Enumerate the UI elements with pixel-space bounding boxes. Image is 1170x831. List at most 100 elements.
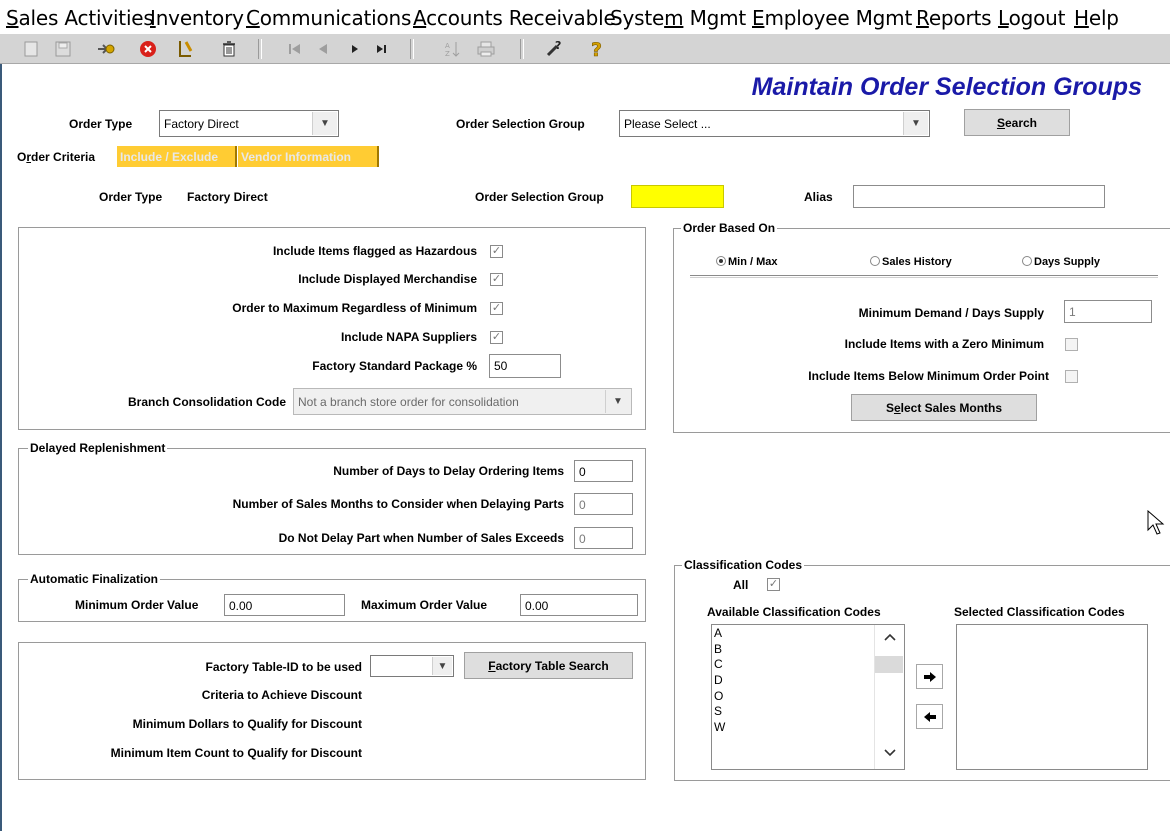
displayed-merchandise-label: Include Displayed Merchandise	[298, 272, 477, 286]
move-left-button[interactable]	[916, 704, 943, 729]
min-dollars-label: Minimum Dollars to Qualify for Discount	[132, 717, 362, 731]
summary-osg-field	[631, 185, 724, 208]
factory-table-label: Factory Table-ID to be used	[205, 660, 362, 674]
print-icon[interactable]	[476, 39, 496, 59]
order-selection-group-label: Order Selection Group	[456, 117, 585, 131]
delay-exceeds-input[interactable]: 0	[574, 527, 633, 549]
radio-sales-history[interactable]: Sales History	[870, 256, 952, 268]
factory-package-input[interactable]: 50	[489, 354, 561, 378]
delay-days-input[interactable]: 0	[574, 460, 633, 482]
summary-order-type-value: Factory Direct	[187, 190, 268, 204]
toolbar: AZ ? ?	[0, 34, 1170, 64]
save-icon[interactable]	[53, 39, 73, 59]
hazardous-label: Include Items flagged as Hazardous	[272, 244, 477, 258]
max-order-value-label: Maximum Order Value	[361, 598, 488, 612]
svg-text:?: ?	[555, 40, 561, 52]
factory-table-search-button[interactable]: Factory Table Search	[464, 652, 633, 679]
toolbar-separator	[520, 39, 524, 59]
tab-include-exclude[interactable]: Include / Exclude	[117, 146, 237, 167]
max-order-value-input[interactable]: 0.00	[520, 594, 638, 616]
svg-text:?: ?	[591, 39, 602, 59]
scrollbar[interactable]	[874, 625, 904, 769]
order-based-on-legend: Order Based On	[681, 221, 778, 235]
move-right-button[interactable]	[916, 664, 943, 689]
scrollbar-thumb[interactable]	[875, 656, 903, 673]
menu-inventory[interactable]: Inventory	[150, 6, 244, 30]
wizard-icon[interactable]: ?	[544, 39, 564, 59]
delay-months-label: Number of Sales Months to Consider when …	[232, 497, 564, 511]
factory-table-select[interactable]: ▼	[370, 655, 454, 677]
search-button[interactable]: Search	[964, 109, 1070, 136]
chevron-down-icon: ▼	[903, 112, 928, 135]
automatic-finalization-legend: Automatic Finalization	[28, 572, 161, 586]
arrow-right-icon	[923, 671, 936, 682]
below-min-checkbox[interactable]	[1065, 370, 1078, 383]
displayed-merchandise-checkbox[interactable]: ✓	[490, 273, 503, 286]
menu-accounts-receivable[interactable]: Accounts Receivable	[413, 6, 616, 30]
select-sales-months-button[interactable]: Se lect Sales Months	[851, 394, 1037, 421]
hazardous-checkbox[interactable]: ✓	[490, 245, 503, 258]
selected-codes-label: Selected Classification Codes	[954, 605, 1125, 619]
page-title: Maintain Order Selection Groups	[751, 73, 1142, 101]
below-min-label: Include Items Below Minimum Order Point	[808, 369, 1049, 383]
delete-icon[interactable]	[219, 39, 239, 59]
delay-exceeds-label: Do Not Delay Part when Number of Sales E…	[278, 531, 564, 545]
menu-sales-activities[interactable]: Sales Activities	[6, 6, 154, 30]
delayed-replenishment-legend: Delayed Replenishment	[28, 441, 168, 455]
available-codes-list[interactable]: A B C D O S W	[711, 624, 905, 770]
order-to-max-label: Order to Maximum Regardless of Minimum	[232, 301, 477, 315]
edit-icon[interactable]	[176, 39, 196, 59]
divider	[690, 275, 1158, 278]
chevron-down-icon: ▼	[605, 390, 630, 413]
criteria-discount-label: Criteria to Achieve Discount	[201, 688, 362, 702]
arrow-left-icon	[923, 711, 936, 722]
menu-system-mgmt[interactable]: System Mgmt	[610, 6, 746, 30]
delay-months-input[interactable]: 0	[574, 493, 633, 515]
chevron-up-icon[interactable]	[883, 631, 897, 645]
alias-input[interactable]	[853, 185, 1105, 208]
radio-days-supply[interactable]: Days Supply	[1022, 256, 1100, 268]
sort-icon[interactable]: AZ	[442, 39, 462, 59]
previous-record-icon[interactable]	[313, 39, 333, 59]
first-record-icon[interactable]	[285, 39, 305, 59]
order-selection-group-value: Please Select ...	[624, 117, 711, 131]
last-record-icon[interactable]	[372, 39, 392, 59]
delay-days-label: Number of Days to Delay Ordering Items	[333, 464, 564, 478]
factory-package-label: Factory Standard Package %	[312, 359, 477, 373]
menu-logout[interactable]: Logout	[998, 6, 1065, 30]
chevron-down-icon[interactable]	[883, 747, 897, 761]
menu-reports[interactable]: Reports	[916, 6, 992, 30]
selected-codes-list[interactable]	[956, 624, 1148, 770]
menu-help[interactable]: Help	[1074, 6, 1119, 30]
tab-vendor-information[interactable]: Vendor Information	[238, 146, 379, 167]
order-selection-group-select[interactable]: Please Select ... ▼	[619, 110, 930, 137]
all-label: All	[733, 578, 749, 592]
min-items-label: Minimum Item Count to Qualify for Discou…	[110, 746, 362, 760]
svg-text:Z: Z	[445, 50, 450, 58]
napa-suppliers-checkbox[interactable]: ✓	[490, 331, 503, 344]
order-type-select[interactable]: Factory Direct ▼	[159, 110, 339, 137]
menu-communications[interactable]: Communications	[246, 6, 411, 30]
min-order-value-input[interactable]: 0.00	[224, 594, 345, 616]
branch-consolidation-label: Branch Consolidation Code	[127, 395, 286, 409]
svg-text:A: A	[445, 42, 450, 50]
order-to-max-checkbox[interactable]: ✓	[490, 302, 503, 315]
help-icon[interactable]: ?	[587, 39, 607, 59]
order-type-label: Order Type	[69, 117, 133, 131]
radio-min-max[interactable]: Min / Max	[716, 256, 778, 268]
branch-consolidation-select[interactable]: Not a branch store order for consolidati…	[293, 388, 632, 415]
min-demand-label: Minimum Demand / Days Supply	[858, 306, 1044, 320]
min-order-value-label: Minimum Order Value	[75, 598, 199, 612]
min-demand-input[interactable]: 1	[1064, 300, 1152, 323]
tab-order-criteria[interactable]: Or der Criteria	[14, 146, 116, 167]
all-checkbox[interactable]: ✓	[767, 578, 780, 591]
toolbar-separator	[410, 39, 414, 59]
next-record-icon[interactable]	[345, 39, 365, 59]
menu-employee-mgmt[interactable]: Employee Mgmt	[752, 6, 912, 30]
zero-minimum-checkbox[interactable]	[1065, 338, 1078, 351]
cancel-icon[interactable]	[138, 39, 158, 59]
new-icon[interactable]	[21, 39, 41, 59]
window-left-edge	[0, 64, 2, 831]
go-icon[interactable]	[96, 39, 116, 59]
mouse-cursor-icon	[1147, 509, 1165, 541]
